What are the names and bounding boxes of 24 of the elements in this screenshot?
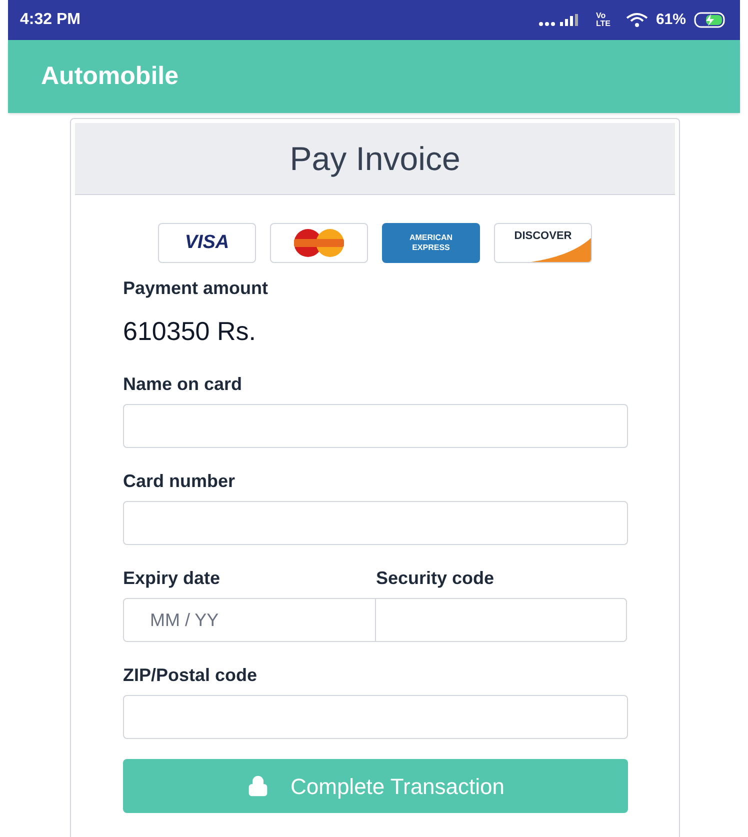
field-label: Name on card xyxy=(123,373,244,396)
amount-value: 610350 Rs. xyxy=(123,315,257,348)
text-input[interactable] xyxy=(123,404,628,448)
battery-percent: 61% xyxy=(656,10,686,30)
field-label: Security code xyxy=(376,567,494,590)
field-label: Expiry date xyxy=(123,567,222,590)
discover-card-logo: DISCOVER xyxy=(494,223,592,263)
amex-card-logo: AMERICAN EXPRESS xyxy=(382,223,480,263)
text-input[interactable] xyxy=(123,695,628,739)
invoice-title: Pay Invoice xyxy=(290,138,460,179)
status-time: 4:32 PM xyxy=(20,10,80,30)
security-code-input[interactable] xyxy=(376,598,627,642)
amount-label: Payment amount xyxy=(123,277,270,300)
lock-icon xyxy=(246,775,268,797)
battery-icon xyxy=(694,12,728,28)
app-title: Automobile xyxy=(41,60,178,92)
complete-transaction-button[interactable]: Complete Transaction xyxy=(123,759,628,813)
text-input[interactable] xyxy=(123,501,628,545)
visa-card-logo: VISA xyxy=(158,223,256,263)
network-label: Vo LTE xyxy=(596,12,612,28)
field-label: ZIP/Postal code xyxy=(123,664,258,687)
expiry-input[interactable]: MM / YY xyxy=(123,598,376,642)
field-label: Card number xyxy=(123,470,236,493)
wifi-icon xyxy=(626,12,648,28)
